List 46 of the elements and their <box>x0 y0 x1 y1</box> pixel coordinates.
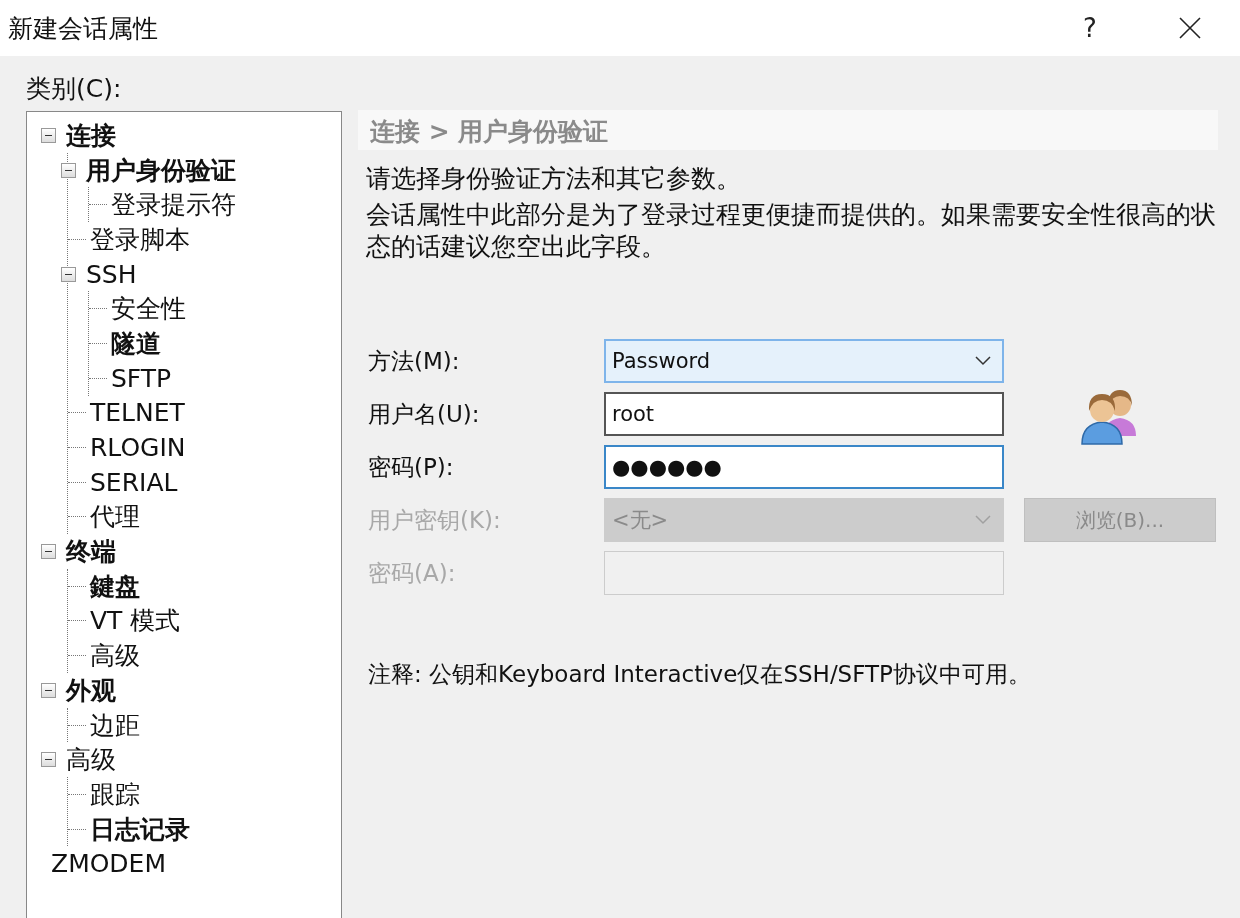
tree-item[interactable]: 终端 <box>66 535 116 569</box>
input-field[interactable]: root <box>604 392 1004 436</box>
collapse-toggle-icon[interactable] <box>41 544 56 560</box>
tree-item[interactable]: 外观 <box>66 673 116 707</box>
field-label: 密码(A): <box>368 558 457 588</box>
tree-item[interactable]: VT 模式 <box>90 604 181 638</box>
field-label: 用户名(U): <box>368 399 481 429</box>
tree-item[interactable]: 登录脚本 <box>90 222 190 256</box>
tree-item[interactable]: 连接 <box>66 118 116 152</box>
collapse-toggle-icon[interactable] <box>61 266 76 282</box>
window-title: 新建会话属性 <box>8 12 159 45</box>
intro-text: 请选择身份验证方法和其它参数。 <box>366 163 742 195</box>
field-label: 方法(M): <box>368 346 461 376</box>
tree-item[interactable]: TELNET <box>90 398 185 428</box>
close-icon <box>1178 16 1202 40</box>
description-text: 会话属性中此部分是为了登录过程更便捷而提供的。如果需要安全性很高的状态的话建议您空出此字段。 <box>366 199 1217 263</box>
tree-item[interactable]: RLOGIN <box>90 433 186 463</box>
tree-item[interactable]: 登录提示符 <box>111 188 236 222</box>
dropdown[interactable]: Password <box>604 339 1004 383</box>
tree-item[interactable]: ZMODEM <box>51 849 166 879</box>
tree-item[interactable]: 安全性 <box>111 292 186 326</box>
chevron-icon <box>974 515 992 525</box>
tree-item[interactable]: SFTP <box>111 363 172 393</box>
section-header: 连接 > 用户身份验证 <box>358 110 1218 150</box>
tree-item[interactable]: 跟踪 <box>90 777 140 811</box>
collapse-toggle-icon[interactable] <box>41 127 56 143</box>
collapse-toggle-icon[interactable] <box>41 752 56 768</box>
note-text: 注释: 公钥和Keyboard Interactive仅在SSH/SFTP协议中可用。 <box>368 660 1032 689</box>
tree-item[interactable]: 高级 <box>90 639 140 673</box>
input-field[interactable]: ●●●●●● <box>604 445 1004 489</box>
tree-item[interactable]: 鍵盘 <box>90 569 140 603</box>
field-label: 用户密钥(K): <box>368 505 502 535</box>
tree-item[interactable]: 代理 <box>90 500 140 534</box>
tree-item[interactable]: 用户身份验证 <box>86 153 236 187</box>
tree-item[interactable]: SSH <box>86 259 137 289</box>
chevron-icon <box>974 356 992 366</box>
tree-item[interactable]: SERIAL <box>90 467 178 497</box>
field-label: 密码(P): <box>368 452 455 482</box>
tree-item[interactable]: 日志记录 <box>90 812 190 846</box>
category-label: 类别(C): <box>26 73 123 105</box>
tree-item[interactable]: 高级 <box>66 743 116 777</box>
tree-item[interactable]: 边距 <box>90 708 140 742</box>
tree-item[interactable]: 隧道 <box>111 326 161 360</box>
help-button[interactable]: ? <box>1040 0 1140 56</box>
collapse-toggle-icon[interactable] <box>61 162 76 178</box>
collapse-toggle-icon[interactable] <box>41 682 56 698</box>
